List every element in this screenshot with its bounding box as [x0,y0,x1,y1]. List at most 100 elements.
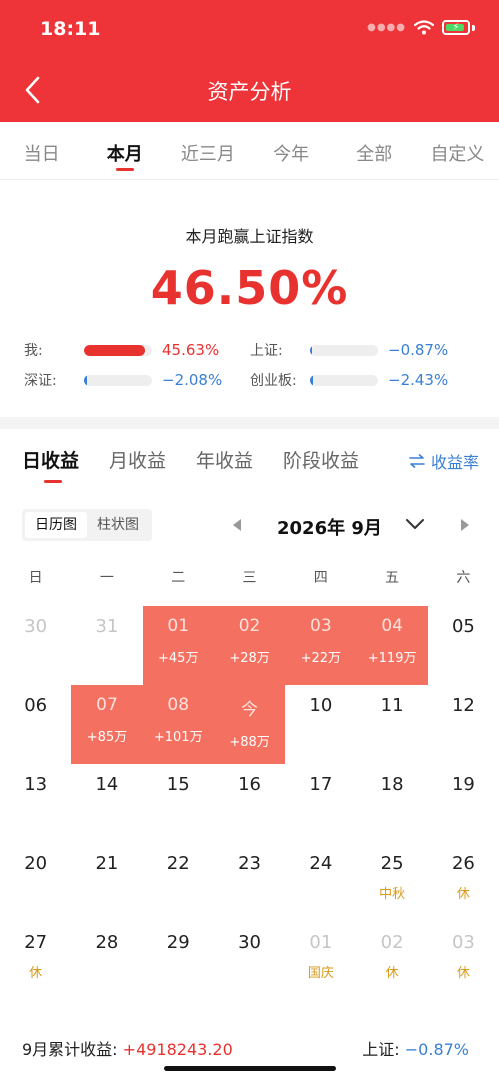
calendar-day[interactable]: 12 [428,685,499,764]
calendar-day[interactable]: 03 休 [428,922,499,1001]
calendar-day-number: 18 [380,774,404,795]
calendar-day-earnings: +28万 [229,651,270,666]
month-navigator: 2026年 9月 [225,512,475,540]
calendar-day[interactable]: 17 [285,764,356,843]
bar-view-button[interactable]: 柱状图 [87,512,149,538]
tab-last-three-months[interactable]: 近三月 [166,122,249,179]
calendar-day[interactable]: 19 [428,764,499,843]
calendar-day[interactable]: 16 [214,764,285,843]
calendar-day[interactable]: 13 [0,764,71,843]
calendar-day-holiday-note: 休 [385,966,399,981]
calendar-day[interactable]: 02 +28万 [213,606,286,685]
calendar-day-number: 20 [24,853,48,874]
battery-icon: ⚡ [442,20,470,35]
calendar-day[interactable]: 07 +85万 [71,685,143,764]
calendar-day[interactable]: 21 [71,843,142,922]
page-title: 资产分析 [207,80,292,104]
calendar-day[interactable]: 25 中秋 [356,843,427,922]
calendar-day[interactable]: 10 [285,685,356,764]
calendar-day[interactable]: 03 +22万 [285,606,357,685]
compare-label: 上证: [250,343,283,359]
index-total-value: −0.87% [404,1040,469,1059]
view-toggle: 日历图 柱状图 [22,509,152,541]
calendar-day[interactable]: 02 休 [356,922,427,1001]
calendar-day[interactable]: 26 休 [428,843,499,922]
calendar-day-number: 10 [309,695,333,716]
calendar-day-holiday-note: 休 [29,966,43,981]
compare-value: −0.87% [388,341,449,359]
compare-bar [310,344,378,356]
calendar-day[interactable]: 29 [143,922,214,1001]
index-total: 上证: −0.87% [362,1036,469,1060]
earnings-tabs: 日收益 月收益 年收益 阶段收益 [22,446,359,486]
calendar-day[interactable]: 08 +101万 [142,685,214,764]
calendar-day[interactable]: 05 [428,606,499,685]
calendar-day-number: 29 [166,932,190,953]
calendar-day-earnings: +85万 [86,730,128,745]
tab-this-year[interactable]: 今年 [250,122,333,179]
calendar-view-button[interactable]: 日历图 [25,512,87,538]
tab-today[interactable]: 当日 [0,122,83,179]
month-total-value: +4918243.20 [122,1040,233,1059]
calendar-day-number: 31 [95,616,119,637]
compare-value: −2.43% [388,371,449,389]
calendar-day-number: 02 [380,932,404,953]
prev-month-icon[interactable] [231,518,243,532]
calendar-day-number: 30 [238,932,261,953]
weekday-header: 日 一 二 三 四 五 六 [0,567,499,587]
calendar-day[interactable]: 30 [214,922,285,1001]
calendar-day-number: 15 [166,774,190,795]
calendar-day[interactable]: 15 [143,764,214,843]
calendar-day-number: 30 [24,616,48,637]
compare-bar [84,374,152,386]
calendar-day-number: 11 [380,695,404,716]
compare-sz-index: 深证: −2.08% [24,369,252,391]
swap-icon [409,454,425,468]
calendar-day[interactable]: 14 [71,764,142,843]
calendar-day-holiday-note: 中秋 [379,887,406,902]
calendar-day-number: 28 [95,932,119,953]
calendar-day-number: 27 [24,932,48,953]
calendar-day[interactable]: 11 [356,685,427,764]
tab-this-month[interactable]: 本月 [83,122,166,179]
tab-custom[interactable]: 自定义 [416,122,499,179]
tab-period-earnings[interactable]: 阶段收益 [283,446,359,486]
calendar-day[interactable]: 23 [214,843,285,922]
calendar-day[interactable]: 04 +119万 [356,606,428,685]
tab-yearly-earnings[interactable]: 年收益 [196,446,253,486]
calendar-day[interactable]: 30 [0,606,71,685]
calendar-day[interactable]: 24 [285,843,356,922]
calendar-day-number: 05 [451,616,475,637]
compare-value: −2.08% [162,371,223,389]
weekday-label: 日 [28,570,43,586]
chevron-down-icon[interactable] [405,517,425,531]
calendar-day-number: 03 [310,616,332,636]
calendar-day-number: 22 [166,853,190,874]
calendar-day-number: 01 [167,616,190,636]
calendar-day[interactable]: 22 [143,843,214,922]
weekday-label: 一 [99,570,114,586]
wifi-icon [414,20,434,35]
calendar-day-number: 02 [238,616,261,636]
calendar-day[interactable]: 06 [0,685,71,764]
next-month-icon[interactable] [459,518,471,532]
tab-monthly-earnings[interactable]: 月收益 [109,446,166,486]
tab-daily-earnings[interactable]: 日收益 [22,446,79,486]
calendar-day[interactable]: 今 +88万 [213,685,286,764]
calendar-day[interactable]: 01 国庆 [285,922,356,1001]
calendar-grid: 30 31 01 +45万 02 +28万 03 +22万 04 +119万 05 06 07 +85万 0… [0,606,499,1001]
calendar-day[interactable]: 27 休 [0,922,71,1001]
compare-label: 深证: [24,373,57,389]
calendar-day[interactable]: 20 [0,843,71,922]
summary-value: 46.50% [150,261,349,315]
calendar-day[interactable]: 28 [71,922,142,1001]
calendar-day-holiday-note: 国庆 [307,966,334,981]
calendar-day[interactable]: 18 [356,764,427,843]
calendar-day[interactable]: 01 +45万 [142,606,214,685]
rate-toggle-button[interactable]: 收益率 [409,449,479,473]
calendar-day[interactable]: 31 [71,606,142,685]
footer-summary: 9月累计收益: +4918243.20 上证: −0.87% [22,1036,477,1060]
compare-label: 创业板: [250,373,297,389]
tab-all[interactable]: 全部 [333,122,416,179]
compare-me: 我: 45.63% [24,339,252,361]
